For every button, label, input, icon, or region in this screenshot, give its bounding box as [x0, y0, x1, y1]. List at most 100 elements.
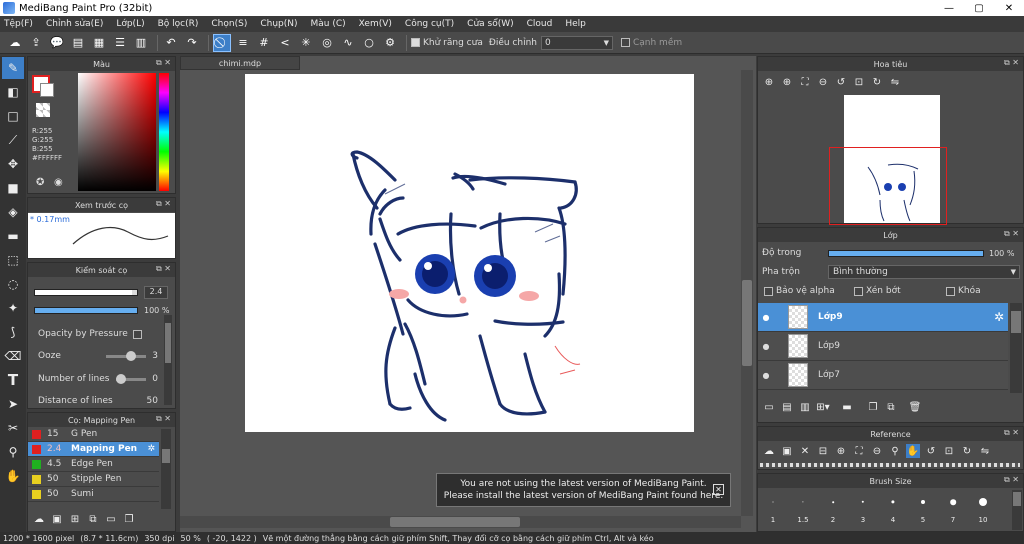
layer-opacity-slider[interactable]: [828, 249, 984, 257]
select-pen-tool-icon[interactable]: ⟆: [2, 321, 24, 343]
panel-controls-icon[interactable]: ⧉ ✕: [156, 58, 171, 68]
brush-size-value[interactable]: 2.4: [144, 286, 168, 299]
document-icon[interactable]: ▦: [90, 34, 108, 52]
add-layer-menu-icon[interactable]: ⊞▾: [816, 400, 830, 414]
drawing-canvas[interactable]: [245, 74, 694, 432]
snap-curve-icon[interactable]: ∿: [339, 34, 357, 52]
brush-tool-icon[interactable]: ✎: [2, 57, 24, 79]
color-settings-icon[interactable]: ◉: [54, 177, 63, 188]
lasso-tool-icon[interactable]: ◌: [2, 273, 24, 295]
vertical-scrollbar[interactable]: [741, 70, 753, 516]
gear-icon[interactable]: ⚙: [381, 34, 399, 52]
brush-list-item[interactable]: 15 G Pen: [28, 427, 159, 442]
opacity-pressure-checkbox[interactable]: [132, 329, 142, 339]
ooze-slider[interactable]: [106, 350, 147, 361]
snap-off-icon[interactable]: ⃠: [213, 33, 231, 52]
menu-select[interactable]: Chọn(S): [211, 19, 247, 29]
rotate-right-icon[interactable]: ↻: [870, 75, 884, 89]
brush-size-option[interactable]: 2: [818, 490, 848, 530]
divide-tool-icon[interactable]: ✂: [2, 417, 24, 439]
visibility-icon[interactable]: ●: [758, 342, 774, 351]
panel-controls-icon[interactable]: ⧉ ✕: [156, 199, 171, 209]
panel-controls-icon[interactable]: ⧉ ✕: [1004, 475, 1019, 485]
menu-snap[interactable]: Chụp(N): [260, 19, 297, 29]
navigator-viewport[interactable]: [829, 147, 947, 225]
cloud-icon[interactable]: ☁: [6, 34, 24, 52]
smooth-checkbox[interactable]: [620, 38, 630, 47]
update-notice[interactable]: You are not using the latest version of …: [436, 473, 731, 507]
brush-list-item[interactable]: 50 Stipple Pen: [28, 472, 159, 487]
page-icon[interactable]: ▤: [69, 34, 87, 52]
flip-icon[interactable]: ⇋: [978, 444, 992, 458]
maximize-button[interactable]: ▢: [964, 3, 994, 14]
brush-list-item[interactable]: 4.5 Edge Pen: [28, 457, 159, 472]
duplicate-icon[interactable]: ❐: [122, 512, 136, 526]
menu-edit[interactable]: Chỉnh sửa(E): [46, 19, 103, 29]
brush-list-item[interactable]: 2.4 Mapping Pen ✲: [28, 442, 159, 457]
clipping-checkbox[interactable]: [854, 286, 863, 296]
gradient-tool-icon[interactable]: ▬: [2, 225, 24, 247]
layer-row[interactable]: ● Lớp9 ✲: [758, 303, 1008, 332]
eyedropper-tool-icon[interactable]: ⚲: [2, 441, 24, 463]
new-halftone-layer-icon[interactable]: ▤: [780, 400, 794, 414]
cloud-icon[interactable]: ☁: [762, 444, 776, 458]
brush-opacity-slider[interactable]: [34, 307, 138, 314]
brush-size-option[interactable]: 7: [938, 490, 968, 530]
upload-icon[interactable]: ⇪: [27, 34, 45, 52]
flip-icon[interactable]: ⇋: [888, 75, 902, 89]
fill-rect-tool-icon[interactable]: ■: [2, 177, 24, 199]
trash-icon[interactable]: ▭: [104, 512, 118, 526]
snap-radial-icon[interactable]: ✳: [297, 34, 315, 52]
protect-alpha-checkbox[interactable]: [764, 286, 773, 296]
trash-icon[interactable]: 🗑: [908, 400, 922, 414]
panel-controls-icon[interactable]: ⧉ ✕: [1004, 58, 1019, 68]
brush-size-option[interactable]: 4: [878, 490, 908, 530]
comment-icon[interactable]: 💬: [48, 34, 66, 52]
fit-icon[interactable]: ⛶: [852, 444, 866, 458]
scrollbar[interactable]: [164, 315, 172, 405]
document-tab[interactable]: chimi.mdp: [180, 56, 300, 70]
rotate-right-icon[interactable]: ↻: [960, 444, 974, 458]
rotate-left-icon[interactable]: ↺: [834, 75, 848, 89]
layer-row[interactable]: ● Lớp9: [758, 332, 1008, 361]
background-color-swatch[interactable]: [40, 83, 54, 97]
brush-list-item[interactable]: 50 Sumi: [28, 487, 159, 502]
panel-controls-icon[interactable]: ⧉ ✕: [1004, 428, 1019, 438]
menu-window[interactable]: Cửa sổ(W): [467, 19, 513, 29]
merge-layer-icon[interactable]: ⧉: [884, 400, 898, 414]
redo-icon[interactable]: ↷: [183, 34, 201, 52]
hue-slider[interactable]: [159, 73, 169, 191]
reset-icon[interactable]: ⊡: [942, 444, 956, 458]
brush-size-option[interactable]: 3: [848, 490, 878, 530]
text-tool-icon[interactable]: T: [2, 369, 24, 391]
lock-checkbox[interactable]: [946, 286, 955, 296]
menu-layer[interactable]: Lớp(L): [116, 19, 144, 29]
grid-icon[interactable]: ▥: [132, 34, 150, 52]
menu-view[interactable]: Xem(V): [359, 19, 392, 29]
menu-color[interactable]: Màu (C): [311, 19, 346, 29]
remove-icon[interactable]: ⊟: [816, 444, 830, 458]
rect-tool-icon[interactable]: □: [2, 105, 24, 127]
snap-concentric-icon[interactable]: ◎: [318, 34, 336, 52]
brush-size-option[interactable]: 1: [758, 490, 788, 530]
menu-file[interactable]: Tệp(F): [4, 19, 33, 29]
cloud-brush-icon[interactable]: ☁: [32, 512, 46, 526]
fit-icon[interactable]: ⛶: [798, 75, 812, 89]
undo-icon[interactable]: ↶: [162, 34, 180, 52]
snap-circle-icon[interactable]: ○: [360, 34, 378, 52]
reset-icon[interactable]: ⊡: [852, 75, 866, 89]
panel-controls-icon[interactable]: ⧉ ✕: [156, 414, 171, 424]
copy-icon[interactable]: ⧉: [86, 512, 100, 526]
visibility-icon[interactable]: ●: [758, 313, 774, 322]
new-8bit-layer-icon[interactable]: ▥: [798, 400, 812, 414]
minimize-button[interactable]: —: [934, 3, 964, 14]
scrollbar[interactable]: [1010, 303, 1022, 393]
antialias-checkbox[interactable]: [411, 38, 420, 47]
hand-tool-icon[interactable]: ✋: [2, 465, 24, 487]
layer-row[interactable]: ● Lớp7: [758, 361, 1008, 390]
select-eraser-tool-icon[interactable]: ⌫: [2, 345, 24, 367]
color-picker-area[interactable]: [78, 73, 156, 191]
add-brush-icon[interactable]: ⊞: [68, 512, 82, 526]
eraser-tool-icon[interactable]: ◧: [2, 81, 24, 103]
brush-size-slider[interactable]: [34, 289, 138, 296]
